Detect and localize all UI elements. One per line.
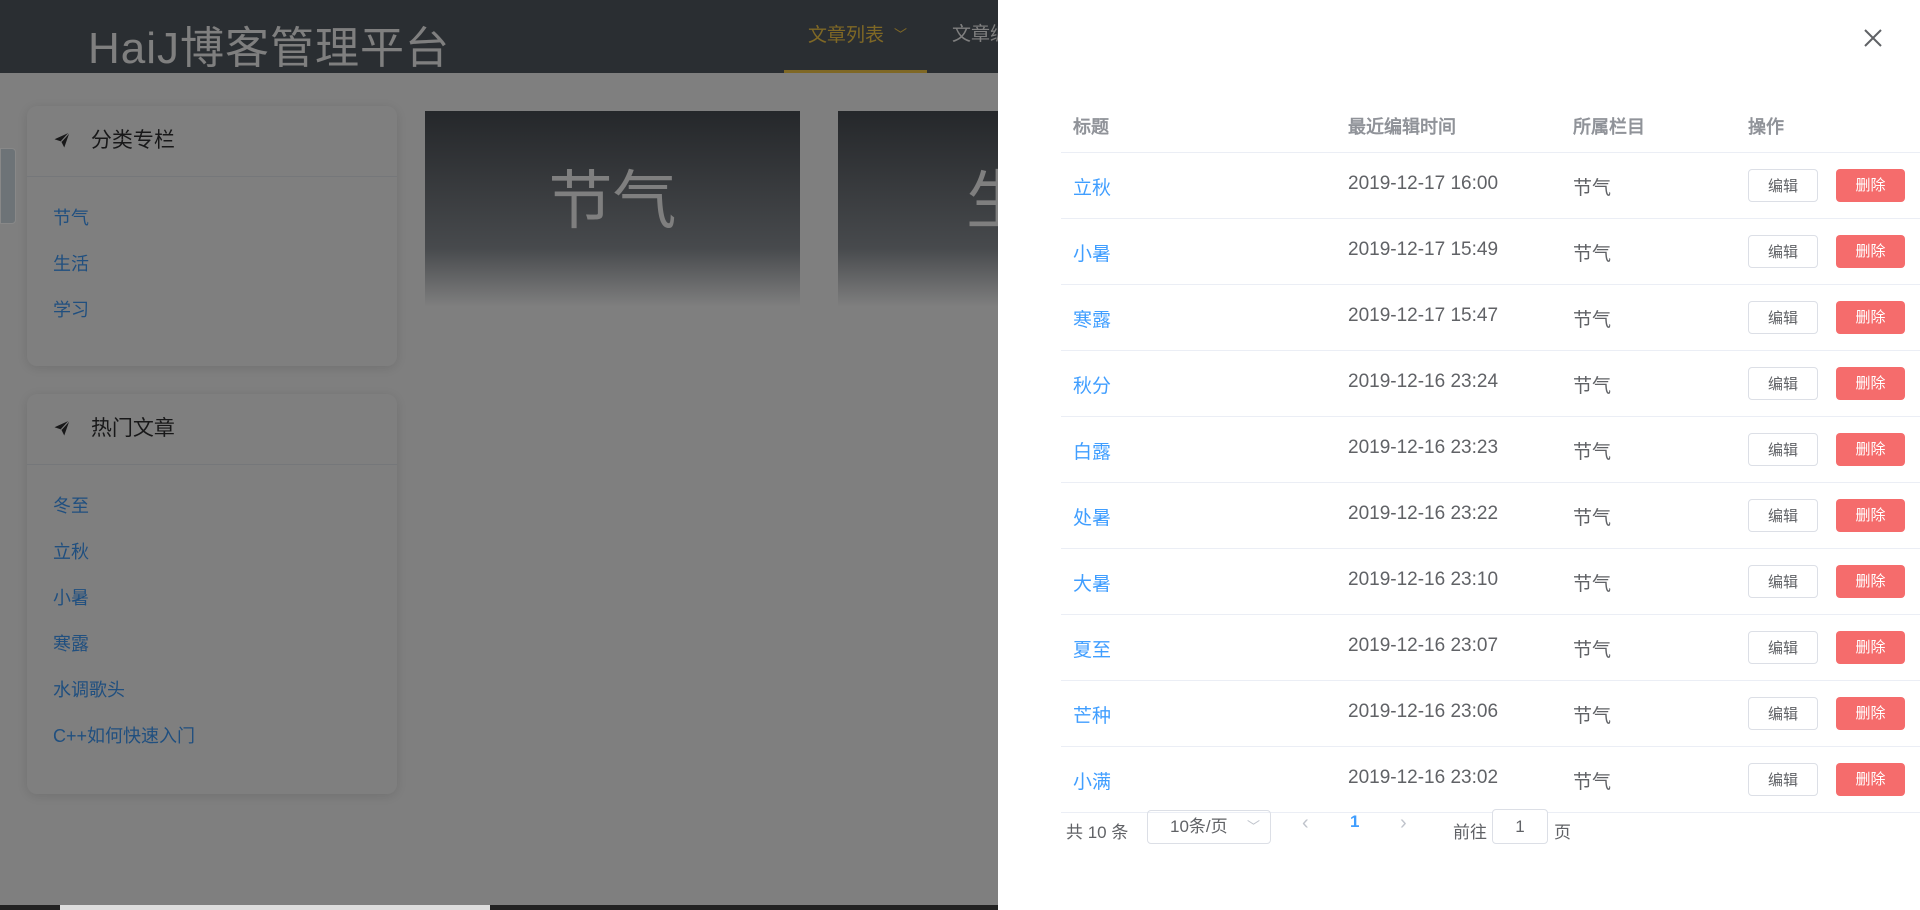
page-size-select[interactable]: 10条/页 ﹀ xyxy=(1147,810,1271,844)
delete-button[interactable]: 删除 xyxy=(1836,631,1905,664)
table-row: 立秋 2019-12-17 16:00 节气 编辑 删除 xyxy=(1061,153,1920,219)
table-row: 秋分 2019-12-16 23:24 节气 编辑 删除 xyxy=(1061,351,1920,417)
article-title-link[interactable]: 处暑 xyxy=(1073,503,1111,530)
edit-time: 2019-12-16 23:10 xyxy=(1348,569,1499,590)
delete-button[interactable]: 删除 xyxy=(1836,565,1905,598)
article-title-link[interactable]: 秋分 xyxy=(1073,371,1111,398)
edit-button[interactable]: 编辑 xyxy=(1748,499,1818,532)
delete-button[interactable]: 删除 xyxy=(1836,763,1905,796)
edit-button[interactable]: 编辑 xyxy=(1748,433,1818,466)
goto-page-input[interactable] xyxy=(1492,809,1548,844)
edit-time: 2019-12-16 23:24 xyxy=(1348,371,1499,392)
goto-prefix: 前往 xyxy=(1453,823,1487,842)
edit-time: 2019-12-16 23:07 xyxy=(1348,635,1499,656)
delete-button[interactable]: 删除 xyxy=(1836,433,1905,466)
edit-button[interactable]: 编辑 xyxy=(1748,367,1818,400)
edit-time: 2019-12-17 15:49 xyxy=(1348,239,1499,260)
edit-time: 2019-12-17 15:47 xyxy=(1348,305,1499,326)
article-title-link[interactable]: 芒种 xyxy=(1073,701,1111,728)
header-time: 最近编辑时间 xyxy=(1348,117,1456,137)
edit-button[interactable]: 编辑 xyxy=(1748,763,1818,796)
edit-time: 2019-12-16 23:23 xyxy=(1348,437,1499,458)
edit-button[interactable]: 编辑 xyxy=(1748,565,1818,598)
edit-button[interactable]: 编辑 xyxy=(1748,697,1818,730)
edit-time: 2019-12-16 23:06 xyxy=(1348,701,1499,722)
column-name: 节气 xyxy=(1573,310,1612,331)
table-row: 白露 2019-12-16 23:23 节气 编辑 删除 xyxy=(1061,417,1920,483)
column-name: 节气 xyxy=(1573,376,1612,397)
edit-button[interactable]: 编辑 xyxy=(1748,301,1818,334)
table-row: 小暑 2019-12-17 15:49 节气 编辑 删除 xyxy=(1061,219,1920,285)
delete-button[interactable]: 删除 xyxy=(1836,301,1905,334)
column-name: 节气 xyxy=(1573,706,1612,727)
prev-page-icon[interactable]: ‹ xyxy=(1302,812,1309,835)
column-name: 节气 xyxy=(1573,178,1612,199)
goto-suffix: 页 xyxy=(1554,823,1571,842)
column-name: 节气 xyxy=(1573,574,1612,595)
article-title-link[interactable]: 夏至 xyxy=(1073,635,1111,662)
header-column: 所属栏目 xyxy=(1573,117,1645,137)
side-handle[interactable] xyxy=(0,148,16,224)
header-ops: 操作 xyxy=(1748,117,1784,137)
table-row: 芒种 2019-12-16 23:06 节气 编辑 删除 xyxy=(1061,681,1920,747)
edit-button[interactable]: 编辑 xyxy=(1748,631,1818,664)
column-name: 节气 xyxy=(1573,640,1612,661)
column-name: 节气 xyxy=(1573,442,1612,463)
delete-button[interactable]: 删除 xyxy=(1836,697,1905,730)
article-title-link[interactable]: 小暑 xyxy=(1073,239,1111,266)
column-name: 节气 xyxy=(1573,508,1612,529)
article-title-link[interactable]: 白露 xyxy=(1073,437,1111,464)
table-row: 大暑 2019-12-16 23:10 节气 编辑 删除 xyxy=(1061,549,1920,615)
current-page[interactable]: 1 xyxy=(1350,812,1359,832)
edit-time: 2019-12-16 23:22 xyxy=(1348,503,1499,524)
page-size-value: 10条/页 xyxy=(1170,817,1228,836)
header-title: 标题 xyxy=(1073,117,1109,137)
table-header-row: 标题 最近编辑时间 所属栏目 操作 xyxy=(1061,99,1920,153)
article-table: 标题 最近编辑时间 所属栏目 操作 立秋 2019-12-17 16:00 节气… xyxy=(1061,99,1920,813)
article-title-link[interactable]: 立秋 xyxy=(1073,173,1111,200)
article-title-link[interactable]: 寒露 xyxy=(1073,305,1111,332)
delete-button[interactable]: 删除 xyxy=(1836,235,1905,268)
column-name: 节气 xyxy=(1573,772,1612,793)
delete-button[interactable]: 删除 xyxy=(1836,499,1905,532)
table-row: 处暑 2019-12-16 23:22 节气 编辑 删除 xyxy=(1061,483,1920,549)
delete-button[interactable]: 删除 xyxy=(1836,169,1905,202)
column-name: 节气 xyxy=(1573,244,1612,265)
close-icon[interactable] xyxy=(1860,25,1886,51)
table-row: 寒露 2019-12-17 15:47 节气 编辑 删除 xyxy=(1061,285,1920,351)
edit-button[interactable]: 编辑 xyxy=(1748,235,1818,268)
chevron-down-icon: ﹀ xyxy=(1246,819,1260,834)
delete-button[interactable]: 删除 xyxy=(1836,367,1905,400)
table-row: 夏至 2019-12-16 23:07 节气 编辑 删除 xyxy=(1061,615,1920,681)
article-title-link[interactable]: 大暑 xyxy=(1073,569,1111,596)
edit-button[interactable]: 编辑 xyxy=(1748,169,1818,202)
edit-time: 2019-12-16 23:02 xyxy=(1348,767,1499,788)
total-count: 共 10 条 xyxy=(1066,823,1129,842)
bottom-strip xyxy=(0,905,1000,910)
edit-time: 2019-12-17 16:00 xyxy=(1348,173,1499,194)
article-title-link[interactable]: 小满 xyxy=(1073,767,1111,794)
next-page-icon[interactable]: › xyxy=(1400,812,1407,835)
table-row: 小满 2019-12-16 23:02 节气 编辑 删除 xyxy=(1061,747,1920,813)
